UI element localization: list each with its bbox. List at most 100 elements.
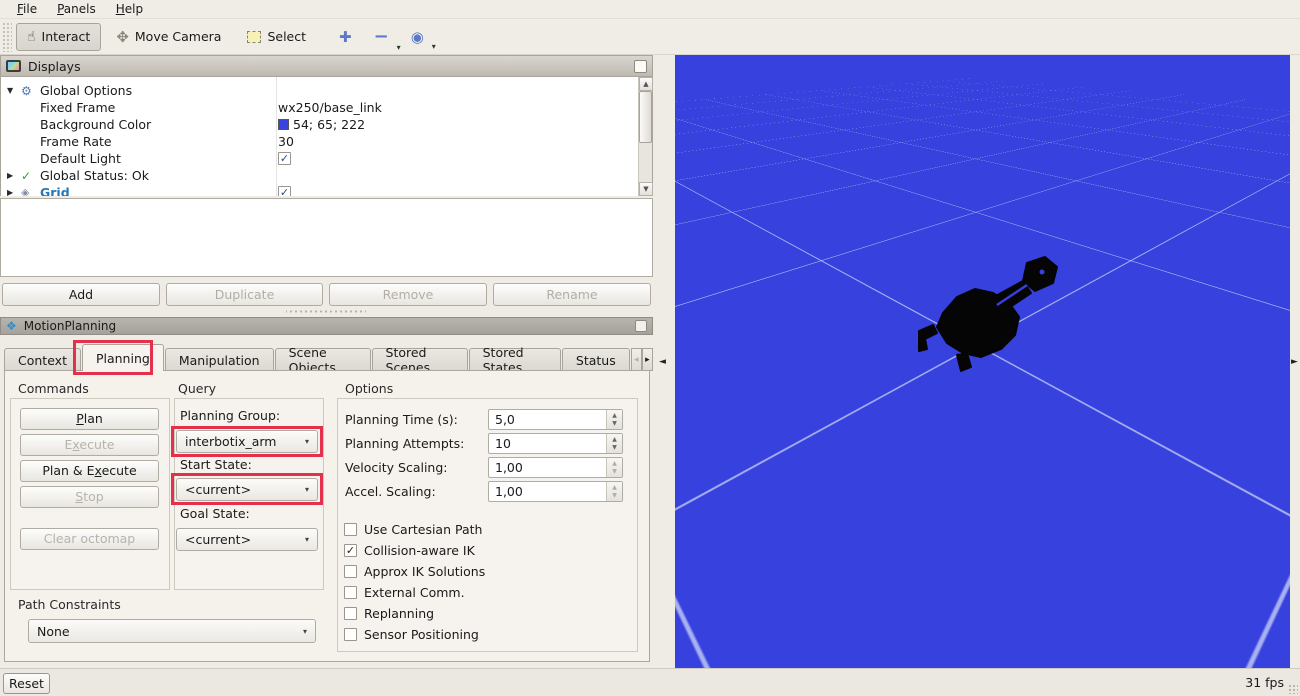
panel-undock-button[interactable]	[634, 60, 647, 73]
planning-time-spinbox[interactable]: 5,0 ▲▼	[488, 409, 623, 430]
remove-tool-button[interactable]: −▾	[370, 24, 393, 49]
tree-row-frame-rate[interactable]: Frame Rate 30	[1, 133, 652, 150]
toolbar: ☝ Interact ✥ Move Camera Select ✚ −▾ ◉▾	[0, 19, 1300, 55]
horizontal-splitter-handle[interactable]	[286, 309, 366, 314]
tab-manipulation[interactable]: Manipulation	[165, 348, 274, 371]
tab-stored-scenes[interactable]: Stored Scenes	[372, 348, 468, 371]
tab-planning[interactable]: Planning	[82, 344, 164, 371]
expander-open-icon[interactable]: ▼	[7, 86, 21, 95]
panel-undock-button[interactable]	[635, 320, 647, 332]
displays-panel-header[interactable]: Displays	[0, 55, 653, 77]
background-color-value[interactable]: 54; 65; 222	[278, 117, 365, 132]
start-state-label: Start State:	[180, 457, 252, 472]
displays-panel-title: Displays	[28, 59, 81, 74]
menu-help[interactable]: Help	[107, 1, 152, 17]
default-light-checkbox[interactable]: ✓	[278, 152, 291, 165]
scroll-down-icon[interactable]: ▼	[639, 182, 653, 196]
interact-tool-button[interactable]: ☝ Interact	[16, 23, 101, 51]
spin-down-icon[interactable]: ▼	[612, 492, 617, 500]
grid-checkbox[interactable]: ✓	[278, 186, 291, 196]
sensor-positioning-checkbox[interactable]	[344, 628, 357, 641]
fixed-frame-value[interactable]: wx250/base_link	[278, 100, 382, 115]
collapse-left-icon[interactable]: ◄	[659, 357, 666, 367]
tree-row-background-color[interactable]: Background Color 54; 65; 222	[1, 116, 652, 133]
chevron-down-icon: ▾	[305, 485, 309, 494]
displays-tree: ▼ ⚙ Global Options Fixed Frame wx250/bas…	[0, 77, 653, 196]
planning-group-dropdown[interactable]: interbotix_arm▾	[176, 430, 318, 453]
clear-octomap-button[interactable]: Clear octomap	[20, 528, 159, 550]
scroll-up-icon[interactable]: ▲	[639, 77, 653, 91]
menu-file[interactable]: File	[8, 1, 46, 17]
remove-display-button[interactable]: Remove	[329, 283, 487, 306]
right-panel-splitter[interactable]: ►	[1290, 55, 1300, 668]
chevron-down-icon: ▾	[397, 43, 401, 52]
tree-row-grid[interactable]: ▶ ◈ Grid ✓	[1, 184, 652, 196]
tab-scroll-left-icon[interactable]: ◂	[631, 348, 642, 371]
tab-scene-objects[interactable]: Scene Objects	[275, 348, 371, 371]
spin-up-icon[interactable]: ▲	[612, 436, 617, 444]
tree-row-global-status[interactable]: ▶ ✓ Global Status: Ok	[1, 167, 652, 184]
start-state-dropdown[interactable]: <current>▾	[176, 478, 318, 501]
frame-rate-value[interactable]: 30	[278, 134, 294, 149]
query-heading: Query	[178, 381, 216, 396]
select-tool-button[interactable]: Select	[236, 23, 317, 51]
expander-closed-icon[interactable]: ▶	[7, 171, 21, 180]
replanning-checkbox[interactable]	[344, 607, 357, 620]
reset-button[interactable]: Reset	[3, 673, 50, 694]
move-camera-tool-button[interactable]: ✥ Move Camera	[105, 23, 232, 51]
collision-aware-ik-checkbox[interactable]: ✓	[344, 544, 357, 557]
spin-up-icon[interactable]: ▲	[612, 460, 617, 468]
accel-scaling-spinbox[interactable]: 1,00 ▲▼	[488, 481, 623, 502]
tab-scroll-right-icon[interactable]: ▸	[642, 348, 653, 371]
plus-icon: ✚	[339, 28, 352, 46]
plan-and-execute-button[interactable]: Plan & Execute	[20, 460, 159, 482]
spin-down-icon[interactable]: ▼	[612, 420, 617, 428]
spin-down-icon[interactable]: ▼	[612, 444, 617, 452]
spin-up-icon[interactable]: ▲	[612, 412, 617, 420]
use-cartesian-path-checkbox[interactable]	[344, 523, 357, 536]
resize-grip[interactable]	[1288, 684, 1298, 694]
velocity-scaling-label: Velocity Scaling:	[345, 460, 448, 475]
robot-model[interactable]	[905, 245, 1065, 375]
grid-icon: ◈	[21, 186, 40, 196]
move-camera-icon: ✥	[116, 28, 129, 46]
tree-row-default-light[interactable]: Default Light ✓	[1, 150, 652, 167]
execute-button[interactable]: Execute	[20, 434, 159, 456]
rename-display-button[interactable]: Rename	[493, 283, 651, 306]
options-heading: Options	[345, 381, 393, 396]
goal-state-dropdown[interactable]: <current>▾	[176, 528, 318, 551]
vertical-splitter[interactable]: ◄	[653, 55, 675, 668]
menu-panels[interactable]: Panels	[48, 1, 105, 17]
collapse-right-icon[interactable]: ►	[1291, 357, 1298, 367]
path-constraints-dropdown[interactable]: None▾	[28, 619, 316, 643]
expander-closed-icon[interactable]: ▶	[7, 188, 21, 196]
tab-status[interactable]: Status	[562, 348, 630, 371]
external-comm-checkbox[interactable]	[344, 586, 357, 599]
toolbar-drag-handle[interactable]	[2, 22, 12, 52]
scrollbar-thumb[interactable]	[639, 91, 652, 143]
duplicate-display-button[interactable]: Duplicate	[166, 283, 323, 306]
tree-row-global-options[interactable]: ▼ ⚙ Global Options	[1, 82, 652, 99]
plan-button[interactable]: Plan	[20, 408, 159, 430]
approx-ik-solutions-checkbox[interactable]	[344, 565, 357, 578]
tree-row-fixed-frame[interactable]: Fixed Frame wx250/base_link	[1, 99, 652, 116]
3d-viewport[interactable]	[675, 55, 1290, 668]
path-constraints-heading: Path Constraints	[18, 597, 121, 612]
tab-stored-states[interactable]: Stored States	[469, 348, 561, 371]
spin-up-icon[interactable]: ▲	[612, 484, 617, 492]
minus-icon: −	[374, 26, 389, 47]
spin-down-icon[interactable]: ▼	[612, 468, 617, 476]
velocity-scaling-spinbox[interactable]: 1,00 ▲▼	[488, 457, 623, 478]
tree-scrollbar[interactable]: ▲ ▼	[638, 77, 652, 196]
fps-counter: 31 fps	[1245, 675, 1284, 690]
tool-visibility-button[interactable]: ◉▾	[407, 26, 428, 48]
planning-attempts-spinbox[interactable]: 10 ▲▼	[488, 433, 623, 454]
add-display-button[interactable]: Add	[2, 283, 160, 306]
chevron-down-icon: ▾	[303, 627, 307, 636]
external-comm-row: External Comm.	[344, 585, 465, 600]
add-tool-button[interactable]: ✚	[335, 26, 356, 48]
motion-planning-panel-header[interactable]: ❖ MotionPlanning	[0, 317, 653, 335]
stop-button[interactable]: Stop	[20, 486, 159, 508]
tab-context[interactable]: Context	[4, 348, 81, 371]
commands-heading: Commands	[18, 381, 89, 396]
